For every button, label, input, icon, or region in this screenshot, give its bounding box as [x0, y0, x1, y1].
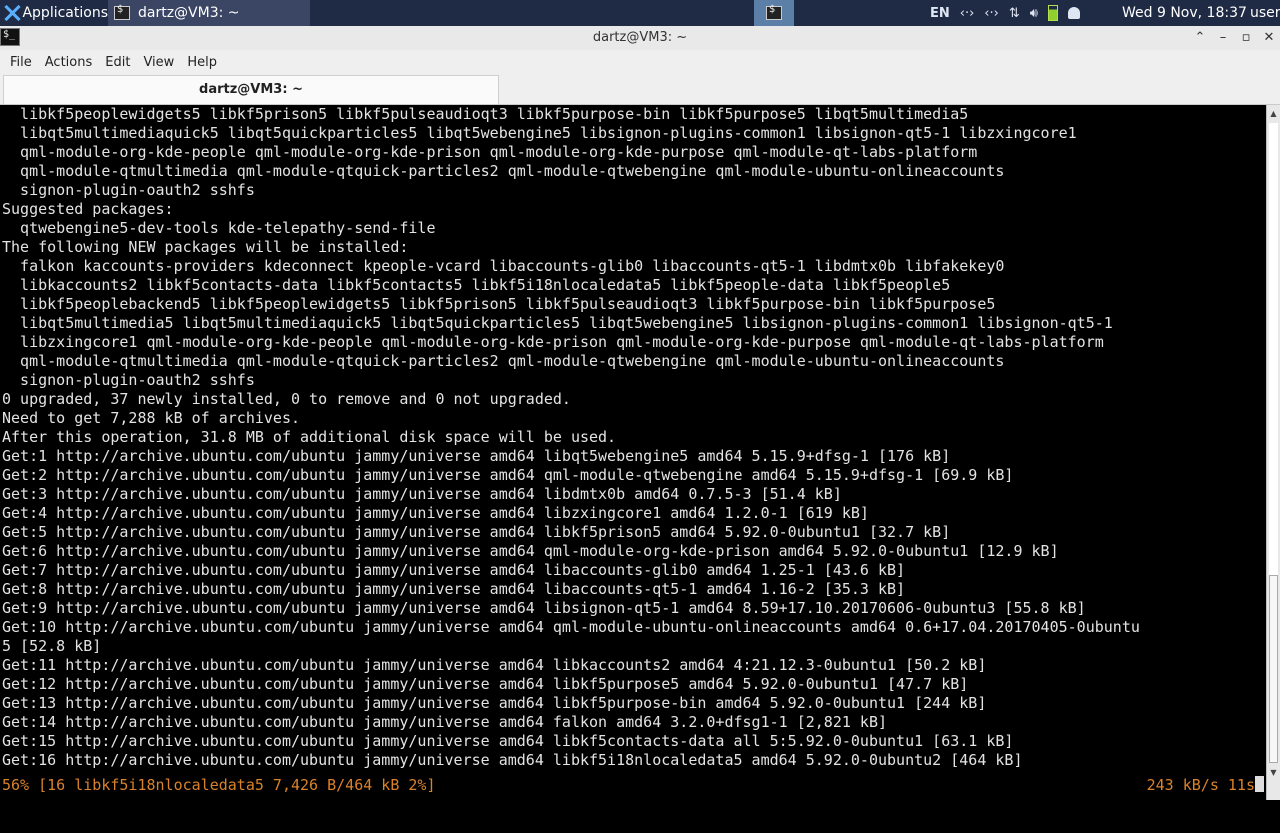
terminal-line: libzxingcore1 qml-module-org-kde-people …: [20, 333, 1104, 351]
terminal-line: Get:10 http://archive.ubuntu.com/ubuntu …: [2, 618, 1140, 636]
keyboard-layout-indicator[interactable]: EN: [930, 6, 950, 21]
menubar: File Actions Edit View Help: [0, 50, 1280, 74]
applications-menu-button[interactable]: Applications: [0, 0, 108, 26]
scroll-up-icon[interactable]: ▲: [1267, 107, 1280, 121]
terminal-line: Get:9 http://archive.ubuntu.com/ubuntu j…: [2, 599, 1086, 617]
terminal-line: libqt5multimedia5 libqt5multimediaquick5…: [20, 314, 1113, 332]
terminal-line: libkf5peoplebackend5 libkf5peoplewidgets…: [20, 295, 996, 313]
terminal-line: Suggested packages:: [2, 200, 174, 218]
terminal-line: Get:11 http://archive.ubuntu.com/ubuntu …: [2, 656, 987, 674]
terminal-line: signon-plugin-oauth2 sshfs: [20, 371, 255, 389]
terminal-line: qml-module-qtmultimedia qml-module-qtqui…: [20, 352, 1005, 370]
terminal-line: Need to get 7,288 kB of archives.: [2, 409, 301, 427]
terminal-line: Get:7 http://archive.ubuntu.com/ubuntu j…: [2, 561, 906, 579]
minimize-icon[interactable]: –: [1213, 28, 1233, 48]
applications-label: Applications: [22, 5, 108, 21]
terminal-cursor: [1255, 776, 1264, 792]
terminal-line: Get:8 http://archive.ubuntu.com/ubuntu j…: [2, 580, 906, 598]
menu-actions[interactable]: Actions: [45, 55, 93, 70]
window-title: dartz@VM3: ~: [592, 30, 688, 45]
terminal-line: signon-plugin-oauth2 sshfs: [20, 181, 255, 199]
progress-status: 56% [16 libkf5i18nlocaledata5 7,426 B/46…: [2, 776, 436, 794]
terminal-line: Get:13 http://archive.ubuntu.com/ubuntu …: [2, 694, 987, 712]
terminal-line: qml-module-org-kde-people qml-module-org…: [20, 143, 978, 161]
maximize-icon[interactable]: ▫: [1236, 28, 1256, 48]
user-menu[interactable]: user: [1250, 0, 1280, 26]
menu-file[interactable]: File: [10, 55, 32, 70]
terminal-line: Get:5 http://archive.ubuntu.com/ubuntu j…: [2, 523, 951, 541]
terminal-line: qml-module-qtmultimedia qml-module-qtqui…: [20, 162, 1005, 180]
terminal-progress-line: 56% [16 libkf5i18nlocaledata5 7,426 B/46…: [0, 776, 1266, 795]
tab-bar: dartz@VM3: ~: [0, 74, 1280, 105]
terminal-line: Get:16 http://archive.ubuntu.com/ubuntu …: [2, 751, 1023, 769]
terminal-line: Get:2 http://archive.ubuntu.com/ubuntu j…: [2, 466, 1014, 484]
menu-help[interactable]: Help: [187, 55, 217, 70]
notification-bell-icon[interactable]: [1067, 7, 1080, 19]
terminal-output[interactable]: libkf5peoplewidgets5 libkf5prison5 libkf…: [0, 105, 1266, 800]
terminal-line: After this operation, 31.8 MB of additio…: [2, 428, 617, 446]
terminal-line: Get:14 http://archive.ubuntu.com/ubuntu …: [2, 713, 888, 731]
xfce-logo-icon: [3, 4, 18, 22]
transfer-icon[interactable]: ⇅: [1009, 6, 1020, 21]
terminal-line: The following NEW packages will be insta…: [2, 238, 409, 256]
terminal-line: libkf5peoplewidgets5 libkf5prison5 libkf…: [20, 105, 969, 123]
terminal-line: Get:12 http://archive.ubuntu.com/ubuntu …: [2, 675, 969, 693]
scroll-down-icon[interactable]: ▼: [1267, 766, 1280, 780]
terminal-line: qtwebengine5-dev-tools kde-telepathy-sen…: [20, 219, 436, 237]
menu-edit[interactable]: Edit: [105, 55, 130, 70]
progress-rate: 243 kB/s 11s: [1147, 776, 1264, 795]
terminal-line: libkaccounts2 libkf5contacts-data libkf5…: [20, 276, 951, 294]
desktop-icon: [766, 4, 782, 20]
tab-terminal[interactable]: dartz@VM3: ~: [3, 75, 499, 104]
shade-icon[interactable]: ⌃: [1190, 28, 1210, 48]
scrollbar-thumb[interactable]: [1269, 575, 1278, 763]
close-icon[interactable]: ✕: [1259, 28, 1279, 48]
taskbar-item-label: dartz@VM3: ~: [138, 5, 240, 21]
scrollbar[interactable]: ▲ ▼: [1266, 105, 1280, 800]
volume-icon[interactable]: 🔊︎: [1030, 6, 1038, 21]
terminal-line: libqt5multimediaquick5 libqt5quickpartic…: [20, 124, 1077, 142]
taskbar-item-terminal[interactable]: dartz@VM3: ~: [108, 0, 310, 26]
battery-icon[interactable]: [1047, 5, 1058, 21]
network-icon[interactable]: ‹·›: [960, 6, 975, 21]
menu-view[interactable]: View: [143, 55, 174, 70]
top-panel: Applications dartz@VM3: ~ EN ‹·› ‹·› ⇅ 🔊…: [0, 0, 1280, 26]
terminal-line: Get:15 http://archive.ubuntu.com/ubuntu …: [2, 732, 1014, 750]
terminal-line: Get:3 http://archive.ubuntu.com/ubuntu j…: [2, 485, 842, 503]
window-titlebar[interactable]: dartz@VM3: ~ ⌃ – ▫ ✕: [0, 26, 1280, 51]
terminal-line: 0 upgraded, 37 newly installed, 0 to rem…: [2, 390, 571, 408]
terminal-icon: [114, 4, 130, 20]
terminal-line: Get:6 http://archive.ubuntu.com/ubuntu j…: [2, 542, 1059, 560]
terminal-text: libkf5peoplewidgets5 libkf5prison5 libkf…: [0, 105, 1266, 770]
progress-rate-text: 243 kB/s 11s: [1146, 776, 1255, 794]
terminal-line: 5 [52.8 kB]: [2, 637, 102, 655]
network-icon[interactable]: ‹·›: [984, 6, 999, 21]
terminal-line: Get:4 http://archive.ubuntu.com/ubuntu j…: [2, 504, 869, 522]
terminal-line: Get:1 http://archive.ubuntu.com/ubuntu j…: [2, 447, 951, 465]
system-tray: EN ‹·› ‹·› ⇅ 🔊︎: [930, 0, 1094, 26]
clock[interactable]: Wed 9 Nov, 18:37: [1122, 0, 1247, 26]
show-desktop-button[interactable]: [754, 0, 794, 26]
terminal-line: falkon kaccounts-providers kdeconnect kp…: [20, 257, 1005, 275]
